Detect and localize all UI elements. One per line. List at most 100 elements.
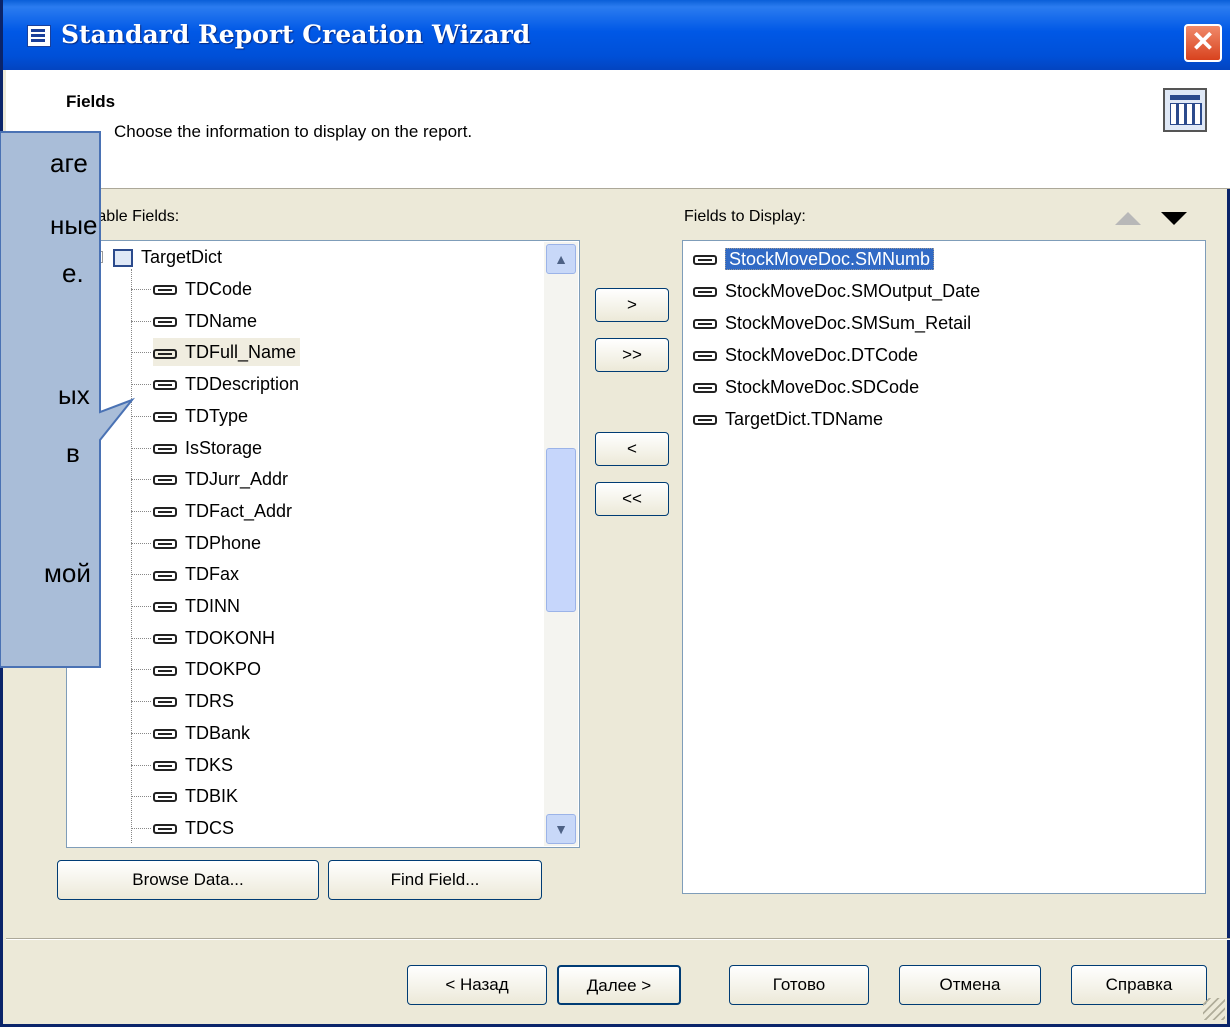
title-bar[interactable]: Standard Report Creation Wizard ✕ [3,0,1230,70]
display-field-item[interactable]: StockMoveDoc.SMOutput_Date [693,277,980,305]
back-button[interactable]: < Назад [407,965,547,1005]
field-label: TDFact_Addr [185,500,293,521]
field-label: StockMoveDoc.DTCode [725,345,919,365]
tree-root-label: TargetDict [141,247,223,267]
add-all-fields-button[interactable]: >> [595,338,669,372]
field-label: StockMoveDoc.SDCode [725,377,920,397]
remove-all-fields-button[interactable]: << [595,482,669,516]
field-label: TDPhone [185,532,262,553]
scroll-thumb[interactable] [546,448,576,612]
field-icon [153,507,177,518]
available-field-item[interactable]: IsStorage [153,434,262,462]
available-field-item[interactable]: TDRS [153,687,234,715]
field-label: TDBIK [185,786,239,807]
display-field-item[interactable]: StockMoveDoc.SMNumb [693,245,935,273]
field-icon [153,697,177,708]
fields-to-display-list[interactable]: StockMoveDoc.SMNumb StockMoveDoc.SMOutput… [682,240,1206,894]
available-field-item[interactable]: TDINN [153,592,240,620]
display-field-item[interactable]: TargetDict.TDName [693,405,883,433]
field-icon [153,633,177,644]
available-field-item[interactable]: TDJurr_Addr [153,465,288,493]
scroll-down-button[interactable]: ▼ [546,814,576,844]
add-field-button[interactable]: > [595,288,669,322]
field-label: StockMoveDoc.SMNumb [725,248,935,270]
finish-button[interactable]: Готово [729,965,869,1005]
available-field-item[interactable]: TDKS [153,751,233,779]
available-field-item[interactable]: TDType [153,402,248,430]
field-label: TDName [185,310,258,331]
field-label: TDRS [185,691,234,712]
find-field-button[interactable]: Find Field... [328,860,542,900]
available-field-item[interactable]: TDBIK [153,782,238,810]
cancel-button[interactable]: Отмена [899,965,1041,1005]
display-field-item[interactable]: StockMoveDoc.SMSum_Retail [693,309,971,337]
table-icon [1163,88,1207,132]
field-icon [693,415,717,426]
field-label: TDBank [185,722,251,743]
field-icon [153,760,177,771]
available-field-item[interactable]: TDOKPO [153,655,261,683]
field-label: TDFull_Name [185,342,297,363]
available-field-item[interactable]: TDFax [153,560,239,588]
remove-field-button[interactable]: < [595,432,669,466]
move-down-icon[interactable] [1161,212,1187,225]
field-label: TDType [185,405,249,426]
field-icon [153,729,177,740]
field-label: TDDescription [185,374,300,395]
available-field-item[interactable]: TDPhone [153,529,261,557]
available-scrollbar[interactable]: ▲ ▼ [544,242,578,846]
field-icon [153,792,177,803]
field-icon [153,602,177,613]
field-label: TDCode [185,279,253,299]
available-fields-list[interactable]: − TargetDict TDCodeTDNameTDFull_NameTDDe… [66,240,580,848]
field-icon [153,538,177,549]
callout-text-line: ых [58,380,90,410]
scroll-up-button[interactable]: ▲ [546,244,576,274]
resize-grip-icon[interactable] [1203,998,1225,1020]
field-label: IsStorage [185,437,263,458]
field-icon [153,285,177,296]
callout-text-line: аге [50,148,88,178]
available-field-item[interactable]: TDName [153,307,257,335]
field-label: TDKS [185,754,234,775]
close-button[interactable]: ✕ [1184,24,1222,62]
field-icon [693,383,717,394]
field-label: TDINN [185,596,240,616]
available-field-item[interactable]: TDCS [153,814,234,842]
available-field-item[interactable]: TDOKONH [153,624,275,652]
callout-text-line: е. [62,258,84,288]
field-label: TDOKONH [185,627,275,648]
field-label: TDJurr_Addr [185,469,289,490]
field-icon [153,570,177,581]
available-field-item[interactable]: TDFact_Addr [153,497,292,525]
field-label: StockMoveDoc.SMSum_Retail [725,313,972,333]
display-field-item[interactable]: StockMoveDoc.DTCode [693,341,918,369]
field-icon [693,319,717,330]
field-icon [153,412,177,423]
callout-text-line: мой [44,558,91,588]
next-button[interactable]: Далее > [557,965,681,1005]
field-label: StockMoveDoc.SMOutput_Date [725,281,981,301]
fields-to-display-label: Fields to Display: [684,208,806,225]
field-label: TDOKPO [185,659,262,680]
available-field-item[interactable]: TDFull_Name [153,338,301,367]
callout-text-line: ные [50,210,98,240]
field-label: TargetDict.TDName [725,409,884,429]
field-icon [153,665,177,676]
available-field-item[interactable]: TDCode [153,275,252,303]
field-label: TDFax [185,564,239,585]
field-icon [693,255,717,266]
field-icon [153,824,177,835]
wizard-header: Fields Choose the information to display… [6,70,1230,189]
available-field-item[interactable]: TDBank [153,719,250,747]
footer-separator [6,938,1230,940]
field-icon [693,287,717,298]
available-field-item[interactable]: TDDescription [153,370,299,398]
help-button[interactable]: Справка [1071,965,1207,1005]
move-up-icon[interactable] [1115,212,1141,225]
display-field-item[interactable]: StockMoveDoc.SDCode [693,373,919,401]
field-icon [153,380,177,391]
header-subtitle: Choose the information to display on the… [114,122,473,141]
field-icon [153,316,177,327]
field-icon [153,475,177,486]
